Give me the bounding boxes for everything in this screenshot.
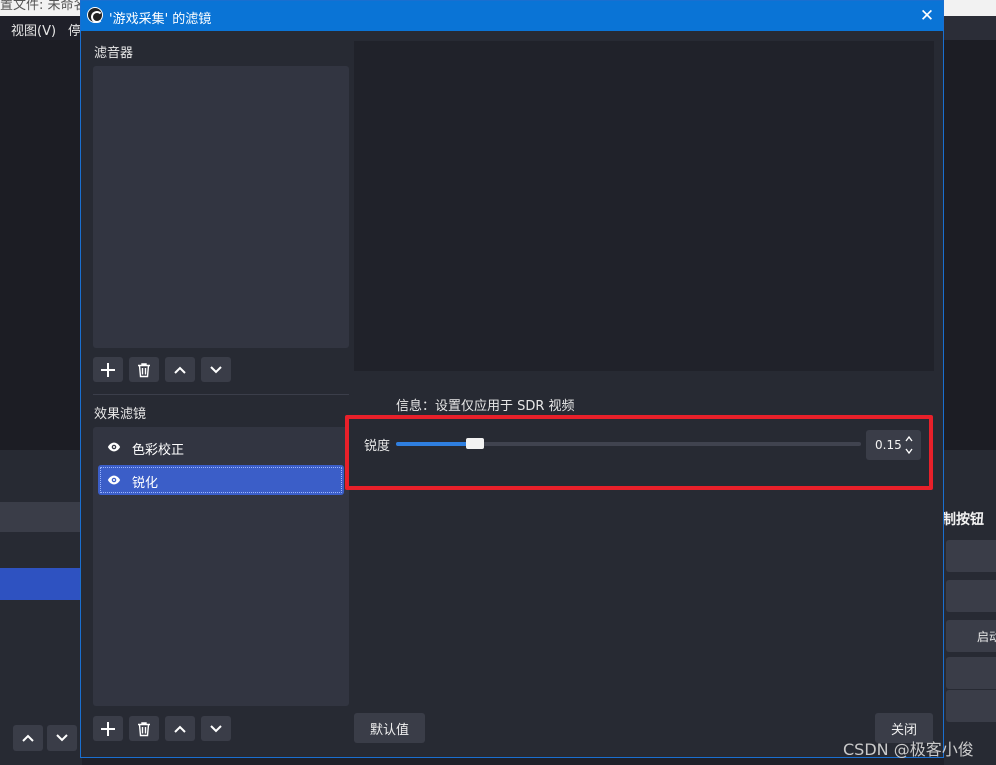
effect-filter-item-sharpen[interactable]: 锐化: [98, 465, 344, 495]
main-preview-left: [0, 40, 82, 450]
chevron-up-icon: [22, 734, 34, 742]
effect-filters-label: 效果滤镜: [94, 407, 147, 422]
chevron-up-icon: [174, 366, 186, 374]
effect-filter-name: 色彩校正: [132, 443, 185, 458]
move-audio-filter-up-button[interactable]: [165, 357, 195, 382]
sharpness-slider[interactable]: [396, 438, 861, 449]
control-button-label: 启动: [977, 630, 996, 644]
control-button[interactable]: [946, 657, 996, 689]
dialog-titlebar: '游戏采集' 的滤镜 ✕: [81, 1, 943, 31]
trash-icon: [138, 362, 150, 377]
dock-move-up-button[interactable]: [13, 725, 43, 751]
dock-header-row: [0, 502, 82, 532]
eye-icon[interactable]: [107, 440, 121, 454]
controls-dock-title: 制按钮: [942, 512, 984, 528]
trash-icon: [138, 721, 150, 736]
main-window-title: 置文件: 未命名: [0, 0, 87, 13]
plus-icon: [101, 362, 115, 377]
sharpness-value: 0.15: [875, 438, 902, 452]
control-button[interactable]: [946, 540, 996, 572]
menu-view[interactable]: 视图(V): [11, 20, 56, 39]
add-effect-filter-button[interactable]: [93, 716, 123, 741]
dock-move-down-button[interactable]: [47, 725, 77, 751]
chevron-down-icon: [210, 365, 222, 373]
filter-preview: [354, 41, 934, 371]
control-button[interactable]: [946, 690, 996, 722]
highlight-annotation: [345, 415, 933, 490]
chevron-up-icon: [174, 725, 186, 733]
sharpness-label: 锐度: [364, 439, 391, 454]
info-text: 信息：设置仅应用于 SDR 视频: [396, 399, 575, 414]
audio-filters-list[interactable]: [93, 66, 349, 348]
add-audio-filter-button[interactable]: [93, 357, 123, 382]
audio-filters-label: 滤音器: [94, 46, 134, 61]
effect-filters-list[interactable]: 色彩校正 锐化: [93, 427, 349, 706]
chevron-up-icon[interactable]: [904, 434, 914, 444]
defaults-button[interactable]: 默认值: [354, 713, 425, 743]
remove-audio-filter-button[interactable]: [129, 357, 159, 382]
watermark: CSDN @极客小俊: [843, 740, 974, 759]
effect-filter-item-color-correction[interactable]: 色彩校正: [98, 432, 344, 462]
plus-icon: [101, 721, 115, 736]
chevron-down-icon: [210, 724, 222, 732]
scenes-dock: [0, 450, 82, 765]
obs-logo-icon: [87, 7, 103, 23]
close-icon[interactable]: ✕: [915, 4, 939, 28]
section-divider: [93, 394, 349, 395]
main-topbar-right: [944, 16, 996, 40]
dock-selected-row[interactable]: [0, 568, 82, 600]
eye-icon[interactable]: [107, 473, 121, 487]
move-effect-filter-down-button[interactable]: [201, 716, 231, 741]
filters-dialog: '游戏采集' 的滤镜 ✕ 滤音器 效果滤镜 色彩校正 锐化 信息：设置仅应用于 …: [80, 0, 944, 758]
sharpness-spinbox[interactable]: 0.15: [866, 430, 921, 460]
main-preview-right: [944, 40, 996, 450]
move-audio-filter-down-button[interactable]: [201, 357, 231, 382]
dialog-title: '游戏采集' 的滤镜: [109, 12, 212, 27]
slider-handle[interactable]: [466, 438, 484, 449]
chevron-down-icon: [56, 734, 68, 742]
chevron-down-icon[interactable]: [904, 446, 914, 456]
control-button[interactable]: [946, 580, 996, 612]
preview-canvas: [354, 41, 934, 371]
remove-effect-filter-button[interactable]: [129, 716, 159, 741]
effect-filter-name: 锐化: [132, 476, 159, 491]
move-effect-filter-up-button[interactable]: [165, 716, 195, 741]
slider-fill: [396, 442, 475, 446]
